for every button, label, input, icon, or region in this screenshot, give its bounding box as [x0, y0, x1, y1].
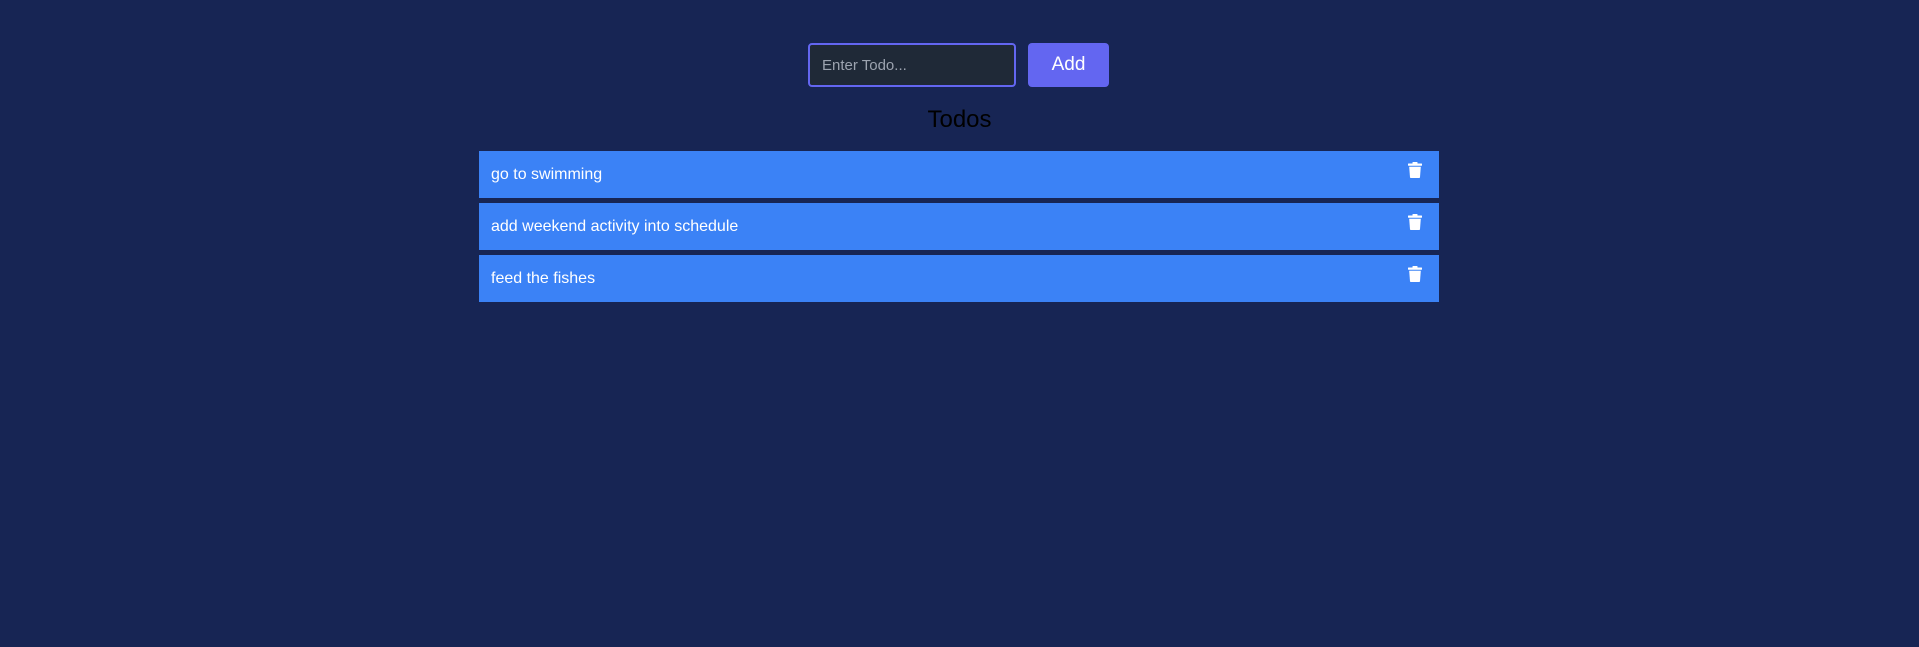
todo-list: go to swimming add weekend activity into… [479, 151, 1439, 307]
todo-item: feed the fishes [479, 255, 1439, 302]
todo-input[interactable] [808, 43, 1016, 87]
add-todo-form: Add [808, 43, 1109, 87]
trash-icon[interactable] [1403, 210, 1427, 234]
todo-app: Add Todos go to swimming add weekend act… [0, 0, 1919, 647]
todo-text: go to swimming [491, 165, 603, 183]
trash-icon[interactable] [1403, 262, 1427, 286]
todo-text: add weekend activity into schedule [491, 217, 739, 235]
todo-item: go to swimming [479, 151, 1439, 198]
trash-icon[interactable] [1403, 158, 1427, 182]
add-button[interactable]: Add [1028, 43, 1109, 87]
todos-title: Todos [927, 106, 992, 133]
todo-text: feed the fishes [491, 269, 596, 287]
todo-item: add weekend activity into schedule [479, 203, 1439, 250]
